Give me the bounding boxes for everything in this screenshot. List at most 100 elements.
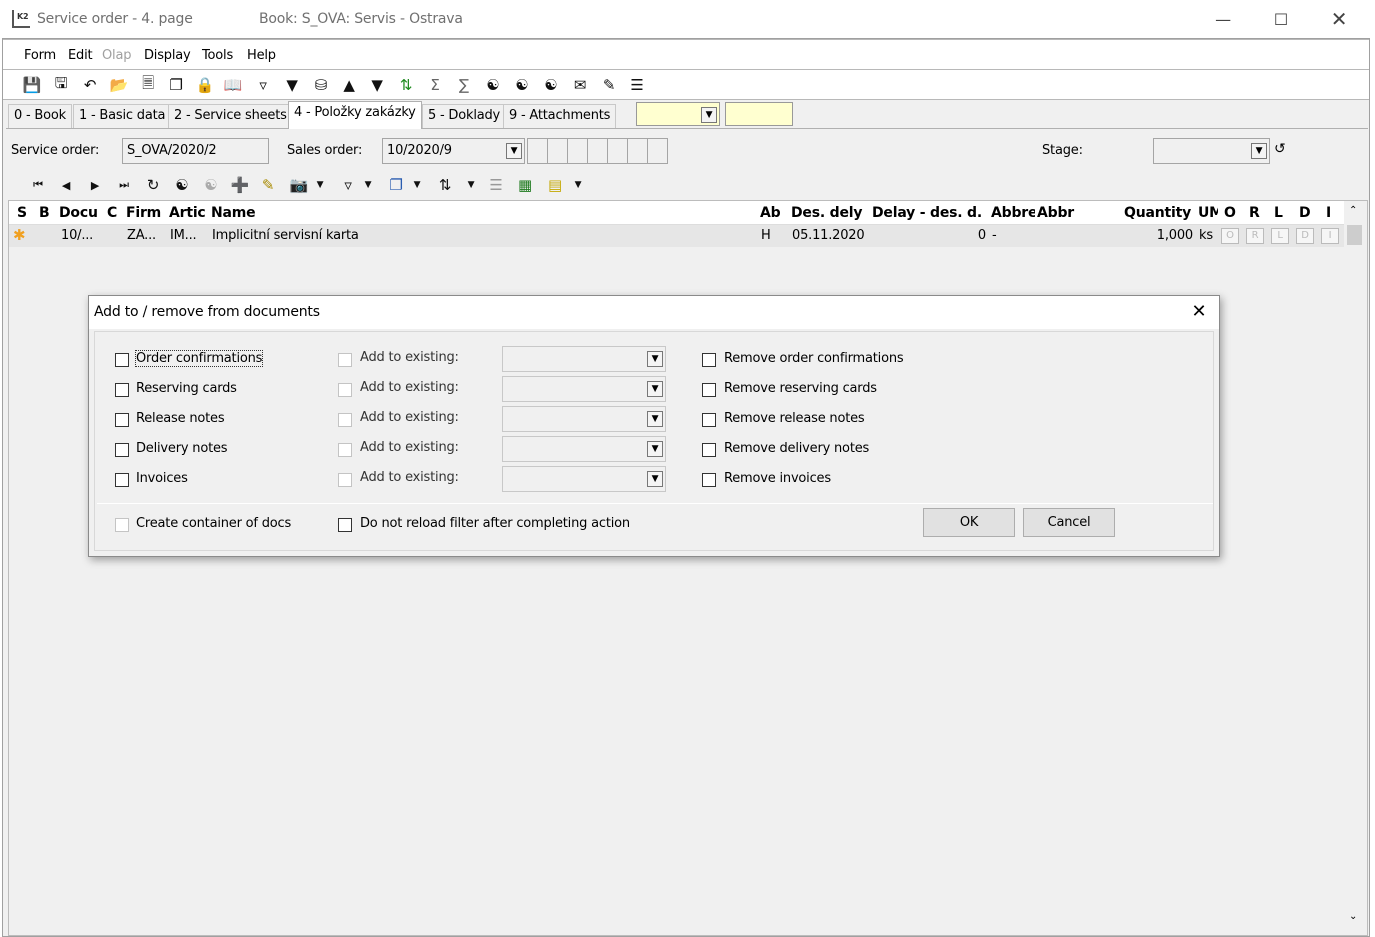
flag-d[interactable]: D [1296,228,1314,244]
col-header-ab[interactable]: Ab [760,205,786,221]
sort-az-icon[interactable]: ⇅ [435,175,455,195]
flag-i[interactable]: I [1321,228,1339,244]
filter-icon[interactable]: ▿ [338,175,358,195]
menu-lines-icon[interactable]: ☰ [627,75,647,95]
tree-icon[interactable]: ☰ [486,175,506,195]
new-document-icon[interactable]: 🗏 [138,74,158,95]
service-order-field[interactable]: S_OVA/2020/2 [122,138,269,164]
cell-docu[interactable]: 10/... [61,228,101,243]
arrow-up-icon[interactable]: ▲ [339,75,359,95]
col-header-s[interactable]: S [17,205,27,221]
tab-service-sheets[interactable]: 2 - Service sheets [168,104,293,128]
col-header-b[interactable]: B [39,205,51,221]
chevron-down-icon[interactable]: ▼ [407,175,427,195]
col-header-docu[interactable]: Docu [59,205,101,221]
col-header-l[interactable]: L [1274,205,1290,221]
mail-icon[interactable]: ✉ [570,75,590,95]
chevron-down-icon[interactable]: ▼ [358,175,378,195]
col-header-des-dely[interactable]: Des. dely [791,205,869,221]
chevron-up-icon[interactable]: ⌃ [1349,205,1357,216]
chevron-down-icon[interactable]: ▼ [461,175,481,195]
no-reload-filter-checkbox[interactable] [338,518,352,532]
add-existing-checkbox-1[interactable] [338,353,352,367]
add-existing-checkbox-5[interactable] [338,473,352,487]
flag-r[interactable]: R [1246,228,1264,244]
release-notes-checkbox[interactable] [115,413,129,427]
add-existing-checkbox-3[interactable] [338,413,352,427]
cell-abbre[interactable]: - [992,228,997,243]
cell-des-dely[interactable]: 05.11.2020 [792,228,864,243]
sales-order-combo[interactable]: 10/2020/9 ▼ [382,138,525,164]
tab-extra-field[interactable] [725,102,793,126]
col-header-abbre[interactable]: Abbre [991,205,1035,221]
book-icon[interactable]: 📖 [223,75,243,95]
col-header-i[interactable]: I [1326,205,1338,221]
order-confirmations-checkbox[interactable] [115,353,129,367]
col-header-artic[interactable]: Artic [169,205,209,221]
col-header-o[interactable]: O [1224,205,1240,221]
col-header-abbr[interactable]: Abbr [1037,205,1081,221]
menu-form[interactable]: Form [24,48,56,63]
close-window-button[interactable]: ✕ [1310,0,1368,38]
history-icon[interactable]: ↺ [1274,141,1286,157]
filter-clear-icon[interactable]: ▼ [282,75,302,95]
next-record-icon[interactable]: ▶ [85,175,105,195]
col-header-quantity[interactable]: Quantity [1124,205,1196,221]
tab-book[interactable]: 0 - Book [8,104,72,128]
existing-doc-combo-1[interactable]: ▼ [502,346,666,372]
cell-um[interactable]: ks [1199,228,1213,243]
col-header-d[interactable]: D [1299,205,1315,221]
binoculars-icon[interactable]: ☯ [483,75,503,95]
remove-delivery-notes-checkbox[interactable] [702,443,716,457]
existing-doc-combo-3[interactable]: ▼ [502,406,666,432]
maximize-button[interactable]: ☐ [1252,0,1310,38]
refresh-icon[interactable]: ↻ [143,175,163,195]
excel-export-icon[interactable]: ▦ [515,175,535,195]
save-icon[interactable]: 💾 [22,75,42,95]
col-header-c[interactable]: C [107,205,121,221]
remove-reserving-cards-checkbox[interactable] [702,383,716,397]
remove-release-notes-checkbox[interactable] [702,413,716,427]
copy-icon[interactable]: ❐ [166,75,186,95]
delivery-notes-checkbox[interactable] [115,443,129,457]
cell-firm[interactable]: ZÁ... [127,228,163,243]
previous-record-icon[interactable]: ◀ [56,175,76,195]
stage-combo[interactable]: ▼ [1153,138,1270,164]
save-as-icon[interactable]: 🖫 [51,74,71,95]
create-container-checkbox[interactable] [115,518,129,532]
binoculars-icon[interactable]: ☯ [172,175,192,195]
close-icon[interactable]: ✕ [1187,301,1211,325]
invoices-checkbox[interactable] [115,473,129,487]
cell-ab[interactable]: H [761,228,771,243]
cell-quantity[interactable]: 1,000 [1109,228,1193,243]
col-header-um[interactable]: UM [1198,205,1218,221]
tab-polozky-zakazky[interactable]: 4 - Položky zakázky [288,101,422,129]
col-header-delay[interactable]: Delay - des. d. [872,205,990,221]
menu-tools[interactable]: Tools [202,48,233,63]
menu-display[interactable]: Display [144,48,191,63]
chevron-down-icon[interactable]: ▼ [310,175,330,195]
vertical-scrollbar[interactable]: ⌃ ⌄ [1346,201,1363,935]
edit-item-icon[interactable]: ✎ [258,175,278,195]
chevron-down-icon[interactable]: ⌄ [1349,911,1357,922]
flag-o[interactable]: O [1221,228,1239,244]
col-header-name[interactable]: Name [211,205,271,221]
sort-icon[interactable]: ⇅ [396,75,416,95]
minimize-button[interactable]: — [1194,0,1252,38]
remove-invoices-checkbox[interactable] [702,473,716,487]
tab-filter-combo[interactable]: ▼ [636,102,720,126]
sum-selected-icon[interactable]: ∑ [454,75,474,95]
find-next-icon[interactable]: ☯ [512,75,532,95]
add-item-icon[interactable]: ➕ [230,175,250,195]
lock-icon[interactable]: 🔒 [195,75,215,95]
menu-edit[interactable]: Edit [68,48,93,63]
table-row[interactable]: ✱ 10/... ZÁ... IM... Implicitní servisní… [9,225,1344,247]
add-existing-checkbox-4[interactable] [338,443,352,457]
tab-doklady[interactable]: 5 - Doklady [422,104,507,128]
tab-basic-data[interactable]: 1 - Basic data [73,104,172,128]
camera-icon[interactable]: 📷 [289,175,309,195]
find-prev-icon[interactable]: ☯ [541,75,561,95]
find-disabled-icon[interactable]: ☯ [201,175,221,195]
menu-help[interactable]: Help [247,48,276,63]
arrow-down-icon[interactable]: ▼ [367,75,387,95]
